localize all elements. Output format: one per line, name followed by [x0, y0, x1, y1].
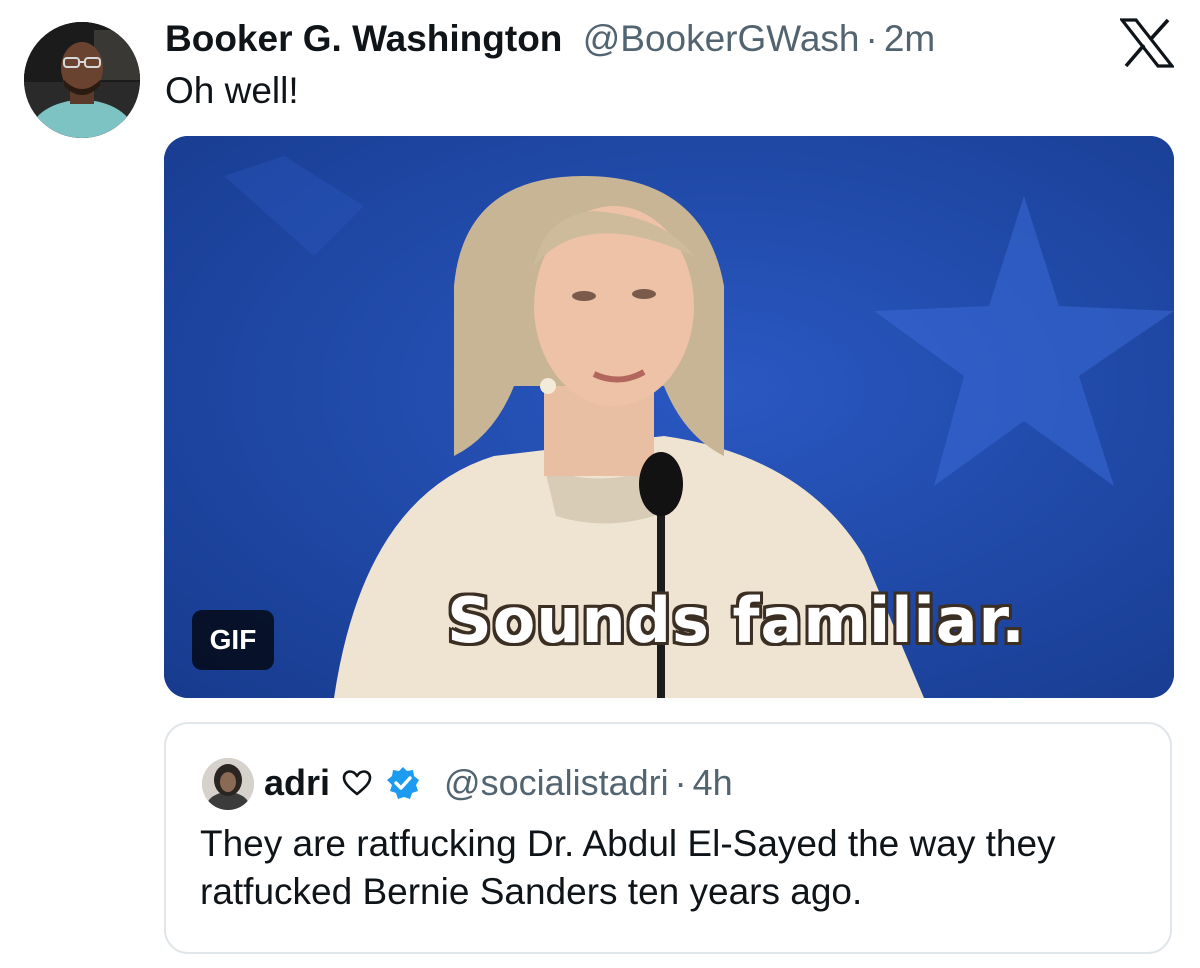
tweet-header: Booker G. Washington @BookerGWash · 2m [165, 16, 935, 62]
quoted-tweet[interactable]: adri @socialistadri · 4h They are ratfucki… [164, 722, 1172, 954]
quoted-author-avatar[interactable] [202, 758, 254, 810]
gif-caption: Sounds familiar. [447, 584, 1026, 657]
tweet-text: Oh well! [165, 70, 299, 111]
heart-outline-icon [342, 770, 372, 796]
tweet-media-gif[interactable]: GIF Sounds familiar. [164, 136, 1174, 698]
quoted-separator-dot: · [674, 762, 687, 803]
quoted-author-handle[interactable]: @socialistadri [444, 760, 669, 806]
x-logo-icon[interactable] [1120, 18, 1174, 68]
quoted-header: adri @socialistadri · 4h [264, 760, 733, 806]
quoted-author-name[interactable]: adri [264, 760, 330, 806]
verified-badge-icon [387, 767, 420, 799]
author-name[interactable]: Booker G. Washington [165, 18, 562, 59]
author-handle[interactable]: @BookerGWash [583, 18, 860, 59]
quoted-avatar-image [202, 758, 254, 810]
author-avatar[interactable] [24, 22, 140, 138]
separator-dot: · [865, 18, 878, 59]
quoted-time[interactable]: 4h [693, 760, 733, 806]
tweet-time[interactable]: 2m [884, 18, 935, 59]
quoted-text: They are ratfucking Dr. Abdul El-Sayed t… [200, 823, 1056, 912]
author-avatar-image [24, 22, 140, 138]
